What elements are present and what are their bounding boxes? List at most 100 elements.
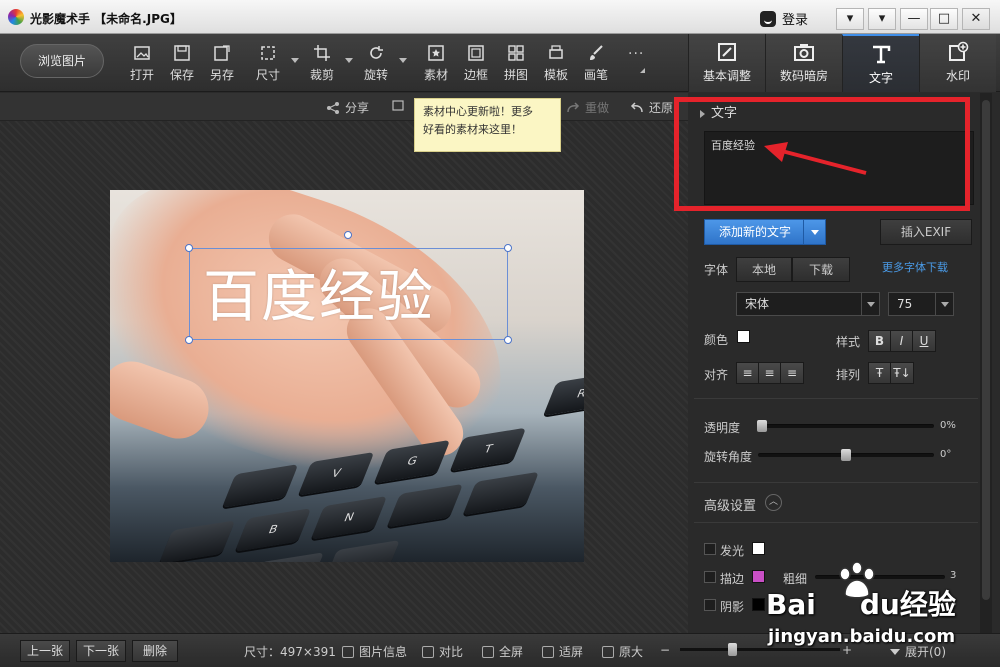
- add-text-dropdown-icon[interactable]: [803, 220, 825, 244]
- panel-scrollbar-thumb[interactable]: [982, 100, 990, 600]
- photo-key: [323, 540, 400, 562]
- watermark-icon: [947, 41, 969, 63]
- save-button[interactable]: 保存: [162, 44, 202, 83]
- browse-images-button[interactable]: 浏览图片: [20, 44, 104, 78]
- collage-button[interactable]: 拼图: [496, 44, 536, 83]
- tab-watermark[interactable]: 水印: [919, 34, 996, 92]
- text-color-swatch[interactable]: [737, 330, 750, 343]
- bold-button[interactable]: B: [869, 331, 891, 351]
- menu-button[interactable]: ▾: [868, 8, 896, 30]
- insert-exif-button[interactable]: 插入EXIF: [880, 219, 972, 245]
- image-info-button[interactable]: 图片信息: [342, 643, 407, 660]
- share-button[interactable]: 分享: [326, 99, 369, 116]
- redo-button[interactable]: 重做: [566, 99, 609, 116]
- align-left-icon[interactable]: ≡: [737, 363, 759, 383]
- template-button[interactable]: 模板: [536, 44, 576, 83]
- more-fonts-link[interactable]: 更多字体下载: [882, 259, 948, 275]
- restore-icon: [630, 101, 643, 112]
- tab-basic-adjust[interactable]: 基本调整: [688, 34, 765, 92]
- font-size-select[interactable]: 75: [888, 292, 954, 316]
- font-download-button[interactable]: 下载: [792, 257, 850, 282]
- glow-checkbox[interactable]: [704, 543, 716, 555]
- skin-button[interactable]: ▾: [836, 8, 864, 30]
- align-label: 对齐: [704, 368, 729, 382]
- expand-toolbar-icon[interactable]: [640, 68, 645, 73]
- frame-icon: [467, 44, 485, 62]
- resize-button[interactable]: 尺寸: [248, 44, 288, 83]
- opacity-slider-knob[interactable]: [757, 420, 767, 432]
- material-button[interactable]: 素材: [416, 44, 456, 83]
- upload-icon[interactable]: [392, 99, 404, 111]
- rotate-handle[interactable]: [344, 231, 352, 239]
- resize-handle[interactable]: [185, 244, 193, 252]
- login-button[interactable]: 登录: [760, 9, 808, 28]
- maximize-button[interactable]: □: [930, 8, 958, 30]
- fit-screen-icon: [542, 645, 554, 658]
- resize-handle[interactable]: [504, 244, 512, 252]
- fit-screen-button[interactable]: 适屏: [542, 643, 583, 660]
- italic-button[interactable]: I: [891, 331, 913, 351]
- horizontal-text-icon[interactable]: Ŧ: [869, 363, 891, 383]
- glow-label: 发光: [720, 544, 745, 558]
- fullscreen-button[interactable]: 全屏: [482, 643, 523, 660]
- crop-dropdown-icon[interactable]: [345, 58, 353, 63]
- glow-color-swatch[interactable]: [752, 542, 765, 555]
- compare-button[interactable]: 对比: [422, 643, 463, 660]
- tab-text[interactable]: 文字: [842, 34, 919, 92]
- restore-button[interactable]: 还原: [630, 99, 673, 116]
- tool-label: 素材: [423, 68, 448, 82]
- rotate-button[interactable]: 旋转: [356, 44, 396, 83]
- shadow-checkbox[interactable]: [704, 599, 716, 611]
- add-text-button[interactable]: 添加新的文字: [704, 219, 826, 245]
- next-image-button[interactable]: 下一张: [76, 640, 126, 662]
- shadow-color-swatch[interactable]: [752, 598, 765, 611]
- rotate-dropdown-icon[interactable]: [399, 58, 407, 63]
- crop-button[interactable]: 裁剪: [302, 44, 342, 83]
- original-label: 原大: [619, 645, 644, 659]
- stroke-checkbox[interactable]: [704, 571, 716, 583]
- chevron-down-icon: [890, 648, 900, 655]
- save-icon: [173, 44, 191, 62]
- font-family-select[interactable]: 宋体: [736, 292, 880, 316]
- photo-key: R: [543, 372, 584, 416]
- tool-label: 打开: [129, 68, 154, 82]
- more-tools-button[interactable]: ···: [628, 46, 644, 62]
- tab-darkroom[interactable]: 数码暗房: [765, 34, 842, 92]
- close-button[interactable]: ✕: [962, 8, 990, 30]
- watermark-brand-cn: 经验: [899, 588, 956, 621]
- brush-icon: [587, 44, 605, 62]
- advanced-settings-label: 高级设置: [704, 499, 757, 514]
- open-button[interactable]: 打开: [122, 44, 162, 83]
- save-as-button[interactable]: 另存: [202, 44, 242, 83]
- edited-photo[interactable]: V B N G T R: [110, 190, 584, 562]
- overlay-text[interactable]: 百度经验: [203, 252, 503, 333]
- material-update-tooltip[interactable]: 素材中心更新啦！更多 好看的素材来这里！: [414, 98, 561, 152]
- delete-image-button[interactable]: 删除: [132, 640, 178, 662]
- resize-dropdown-icon[interactable]: [291, 58, 299, 63]
- compare-label: 对比: [439, 645, 464, 659]
- opacity-slider[interactable]: [758, 424, 934, 428]
- align-center-icon[interactable]: ≡: [759, 363, 781, 383]
- frame-button[interactable]: 边框: [456, 44, 496, 83]
- align-right-icon[interactable]: ≡: [781, 363, 803, 383]
- minimize-button[interactable]: —: [900, 8, 928, 30]
- color-label: 颜色: [704, 333, 729, 347]
- brush-button[interactable]: 画笔: [576, 44, 616, 83]
- font-local-button[interactable]: 本地: [736, 257, 792, 282]
- rotation-slider-knob[interactable]: [841, 449, 851, 461]
- stroke-color-swatch[interactable]: [752, 570, 765, 583]
- tab-label: 文字: [868, 71, 893, 85]
- tool-label: 尺寸: [255, 68, 280, 82]
- previous-image-button[interactable]: 上一张: [20, 640, 70, 662]
- resize-handle[interactable]: [504, 336, 512, 344]
- collapse-icon[interactable]: ︿: [765, 494, 782, 511]
- underline-button[interactable]: U: [913, 331, 935, 351]
- zoom-out-button[interactable]: −: [660, 643, 670, 657]
- login-label: 登录: [782, 13, 809, 28]
- vertical-text-icon[interactable]: Ŧ↓: [891, 363, 913, 383]
- restore-label: 还原: [649, 101, 674, 115]
- resize-handle[interactable]: [185, 336, 193, 344]
- original-size-button[interactable]: 原大: [602, 643, 643, 660]
- zoom-slider[interactable]: [680, 648, 840, 651]
- zoom-slider-knob[interactable]: [728, 643, 737, 656]
